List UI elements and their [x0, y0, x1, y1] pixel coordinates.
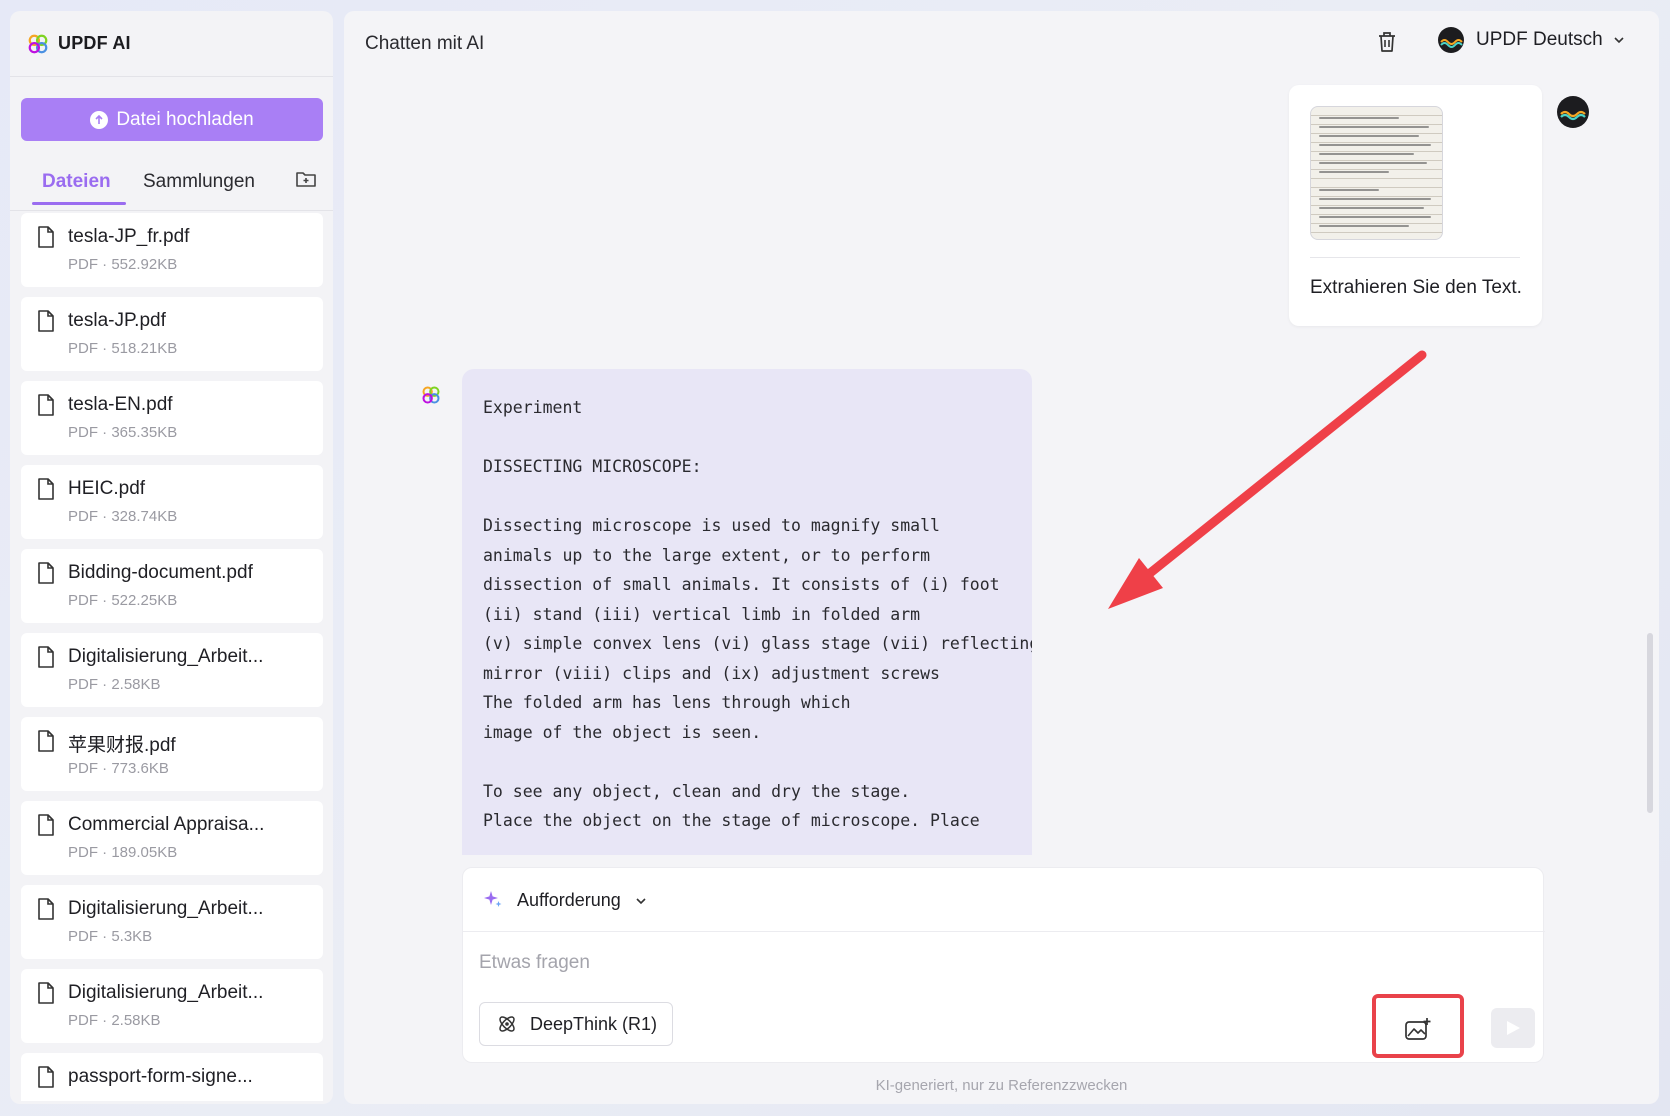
file-item[interactable]: tesla-JP_fr.pdf PDF · 552.92KB	[21, 213, 323, 287]
app-window: UPDF AI Datei hochladen Dateien Sammlung…	[0, 0, 1670, 1116]
file-item[interactable]: Digitalisierung_Arbeit... PDF · 5.3KB	[21, 885, 323, 959]
file-item[interactable]: Digitalisierung_Arbeit... PDF · 2.58KB	[21, 633, 323, 707]
document-icon	[38, 730, 54, 752]
file-item[interactable]: Commercial Appraisa... PDF · 189.05KB	[21, 801, 323, 875]
sidebar: UPDF AI Datei hochladen Dateien Sammlung…	[10, 11, 333, 1104]
document-icon	[38, 310, 54, 332]
upload-icon	[90, 110, 109, 129]
avatar-icon	[1438, 27, 1464, 53]
ask-input[interactable]	[479, 946, 1519, 980]
file-item[interactable]: Digitalisierung_Arbeit... PDF · 2.58KB	[21, 969, 323, 1043]
trash-icon[interactable]	[1376, 30, 1398, 54]
sparkle-icon	[484, 891, 502, 907]
ai-message: Experiment DISSECTING MICROSCOPE: Dissec…	[462, 369, 1032, 855]
user-message-text: Extrahieren Sie den Text.	[1310, 277, 1522, 298]
file-list: tesla-JP_fr.pdf PDF · 552.92KB tesla-JP.…	[21, 213, 323, 1101]
page-title: Chatten mit AI	[365, 33, 485, 54]
deepthink-toggle[interactable]: DeepThink (R1)	[479, 1002, 673, 1046]
chevron-down-icon	[1614, 37, 1624, 44]
ai-message-text: Experiment DISSECTING MICROSCOPE: Dissec…	[483, 398, 1032, 830]
deepthink-icon	[499, 1016, 515, 1032]
user-avatar	[1557, 96, 1589, 128]
chevron-down-icon[interactable]	[635, 895, 647, 907]
chat-scrollbar[interactable]	[1647, 633, 1653, 813]
file-name: HEIC.pdf	[68, 478, 146, 499]
document-icon	[38, 646, 54, 668]
upload-file-button[interactable]: Datei hochladen	[21, 98, 323, 141]
tab-files[interactable]: Dateien	[42, 171, 111, 193]
file-name: 苹果财报.pdf	[68, 735, 176, 756]
file-meta: PDF · 552.92KB	[68, 256, 178, 273]
file-item[interactable]: tesla-EN.pdf PDF · 365.35KB	[21, 381, 323, 455]
file-meta: PDF · 2.58KB	[68, 676, 161, 693]
updf-logo-icon	[28, 34, 48, 53]
account-name: UPDF Deutsch	[1476, 29, 1603, 50]
prompt-selector-row: Aufforderung	[463, 868, 1545, 932]
user-message: Extrahieren Sie den Text.	[1289, 85, 1542, 326]
file-name: Bidding-document.pdf	[68, 562, 253, 583]
composer: Aufforderung DeepThink (R1)	[462, 867, 1545, 1063]
account-menu[interactable]: UPDF Deutsch	[1438, 27, 1625, 53]
document-icon	[38, 814, 54, 836]
folder-add-icon[interactable]	[295, 168, 317, 190]
upload-file-label: Datei hochladen	[116, 108, 254, 130]
brand-header: UPDF AI	[10, 11, 333, 77]
file-meta: PDF · 328.74KB	[68, 508, 178, 525]
file-item[interactable]: HEIC.pdf PDF · 328.74KB	[21, 465, 323, 539]
file-name: passport-form-signe...	[68, 1066, 253, 1087]
prompt-dropdown[interactable]: Aufforderung	[517, 890, 621, 911]
attached-image-thumbnail[interactable]	[1310, 106, 1443, 240]
send-icon	[1507, 1021, 1520, 1035]
file-item[interactable]: passport-form-signe...	[21, 1053, 323, 1101]
tab-collections[interactable]: Sammlungen	[143, 171, 255, 193]
file-meta: PDF · 2.58KB	[68, 1012, 161, 1029]
deepthink-label: DeepThink (R1)	[530, 1013, 658, 1034]
file-item[interactable]: 苹果财报.pdf PDF · 773.6KB	[21, 717, 323, 791]
file-meta: PDF · 773.6KB	[68, 760, 169, 777]
active-tab-indicator	[32, 202, 126, 205]
file-meta: PDF · 522.25KB	[68, 592, 178, 609]
document-icon	[38, 226, 54, 248]
updf-logo-icon	[422, 386, 440, 404]
document-icon	[38, 1066, 54, 1088]
tabs-divider	[10, 210, 333, 211]
image-upload-icon[interactable]	[1404, 1016, 1432, 1042]
file-meta: PDF · 365.35KB	[68, 424, 178, 441]
document-icon	[38, 478, 54, 500]
send-button[interactable]	[1491, 1008, 1535, 1048]
document-icon	[38, 898, 54, 920]
file-item[interactable]: tesla-JP.pdf PDF · 518.21KB	[21, 297, 323, 371]
file-meta: PDF · 5.3KB	[68, 928, 153, 945]
sidebar-tabs: Dateien Sammlungen	[21, 161, 323, 205]
document-icon	[38, 394, 54, 416]
file-item[interactable]: Bidding-document.pdf PDF · 522.25KB	[21, 549, 323, 623]
file-name: Digitalisierung_Arbeit...	[68, 646, 264, 667]
file-name: Digitalisierung_Arbeit...	[68, 982, 264, 1003]
document-icon	[38, 562, 54, 584]
file-meta: PDF · 189.05KB	[68, 844, 178, 861]
file-name: tesla-JP.pdf	[68, 310, 166, 331]
file-name: Commercial Appraisa...	[68, 814, 265, 835]
message-divider	[1310, 257, 1520, 258]
disclaimer-text: KI-generiert, nur zu Referenzzwecken	[875, 1077, 1128, 1094]
file-name: tesla-JP_fr.pdf	[68, 226, 190, 247]
file-name: Digitalisierung_Arbeit...	[68, 898, 264, 919]
document-icon	[38, 982, 54, 1004]
brand-name: UPDF AI	[58, 33, 131, 53]
file-meta: PDF · 518.21KB	[68, 340, 178, 357]
chat-panel: Chatten mit AI UPDF Deutsch Extrahieren …	[344, 11, 1659, 1104]
file-name: tesla-EN.pdf	[68, 394, 173, 415]
